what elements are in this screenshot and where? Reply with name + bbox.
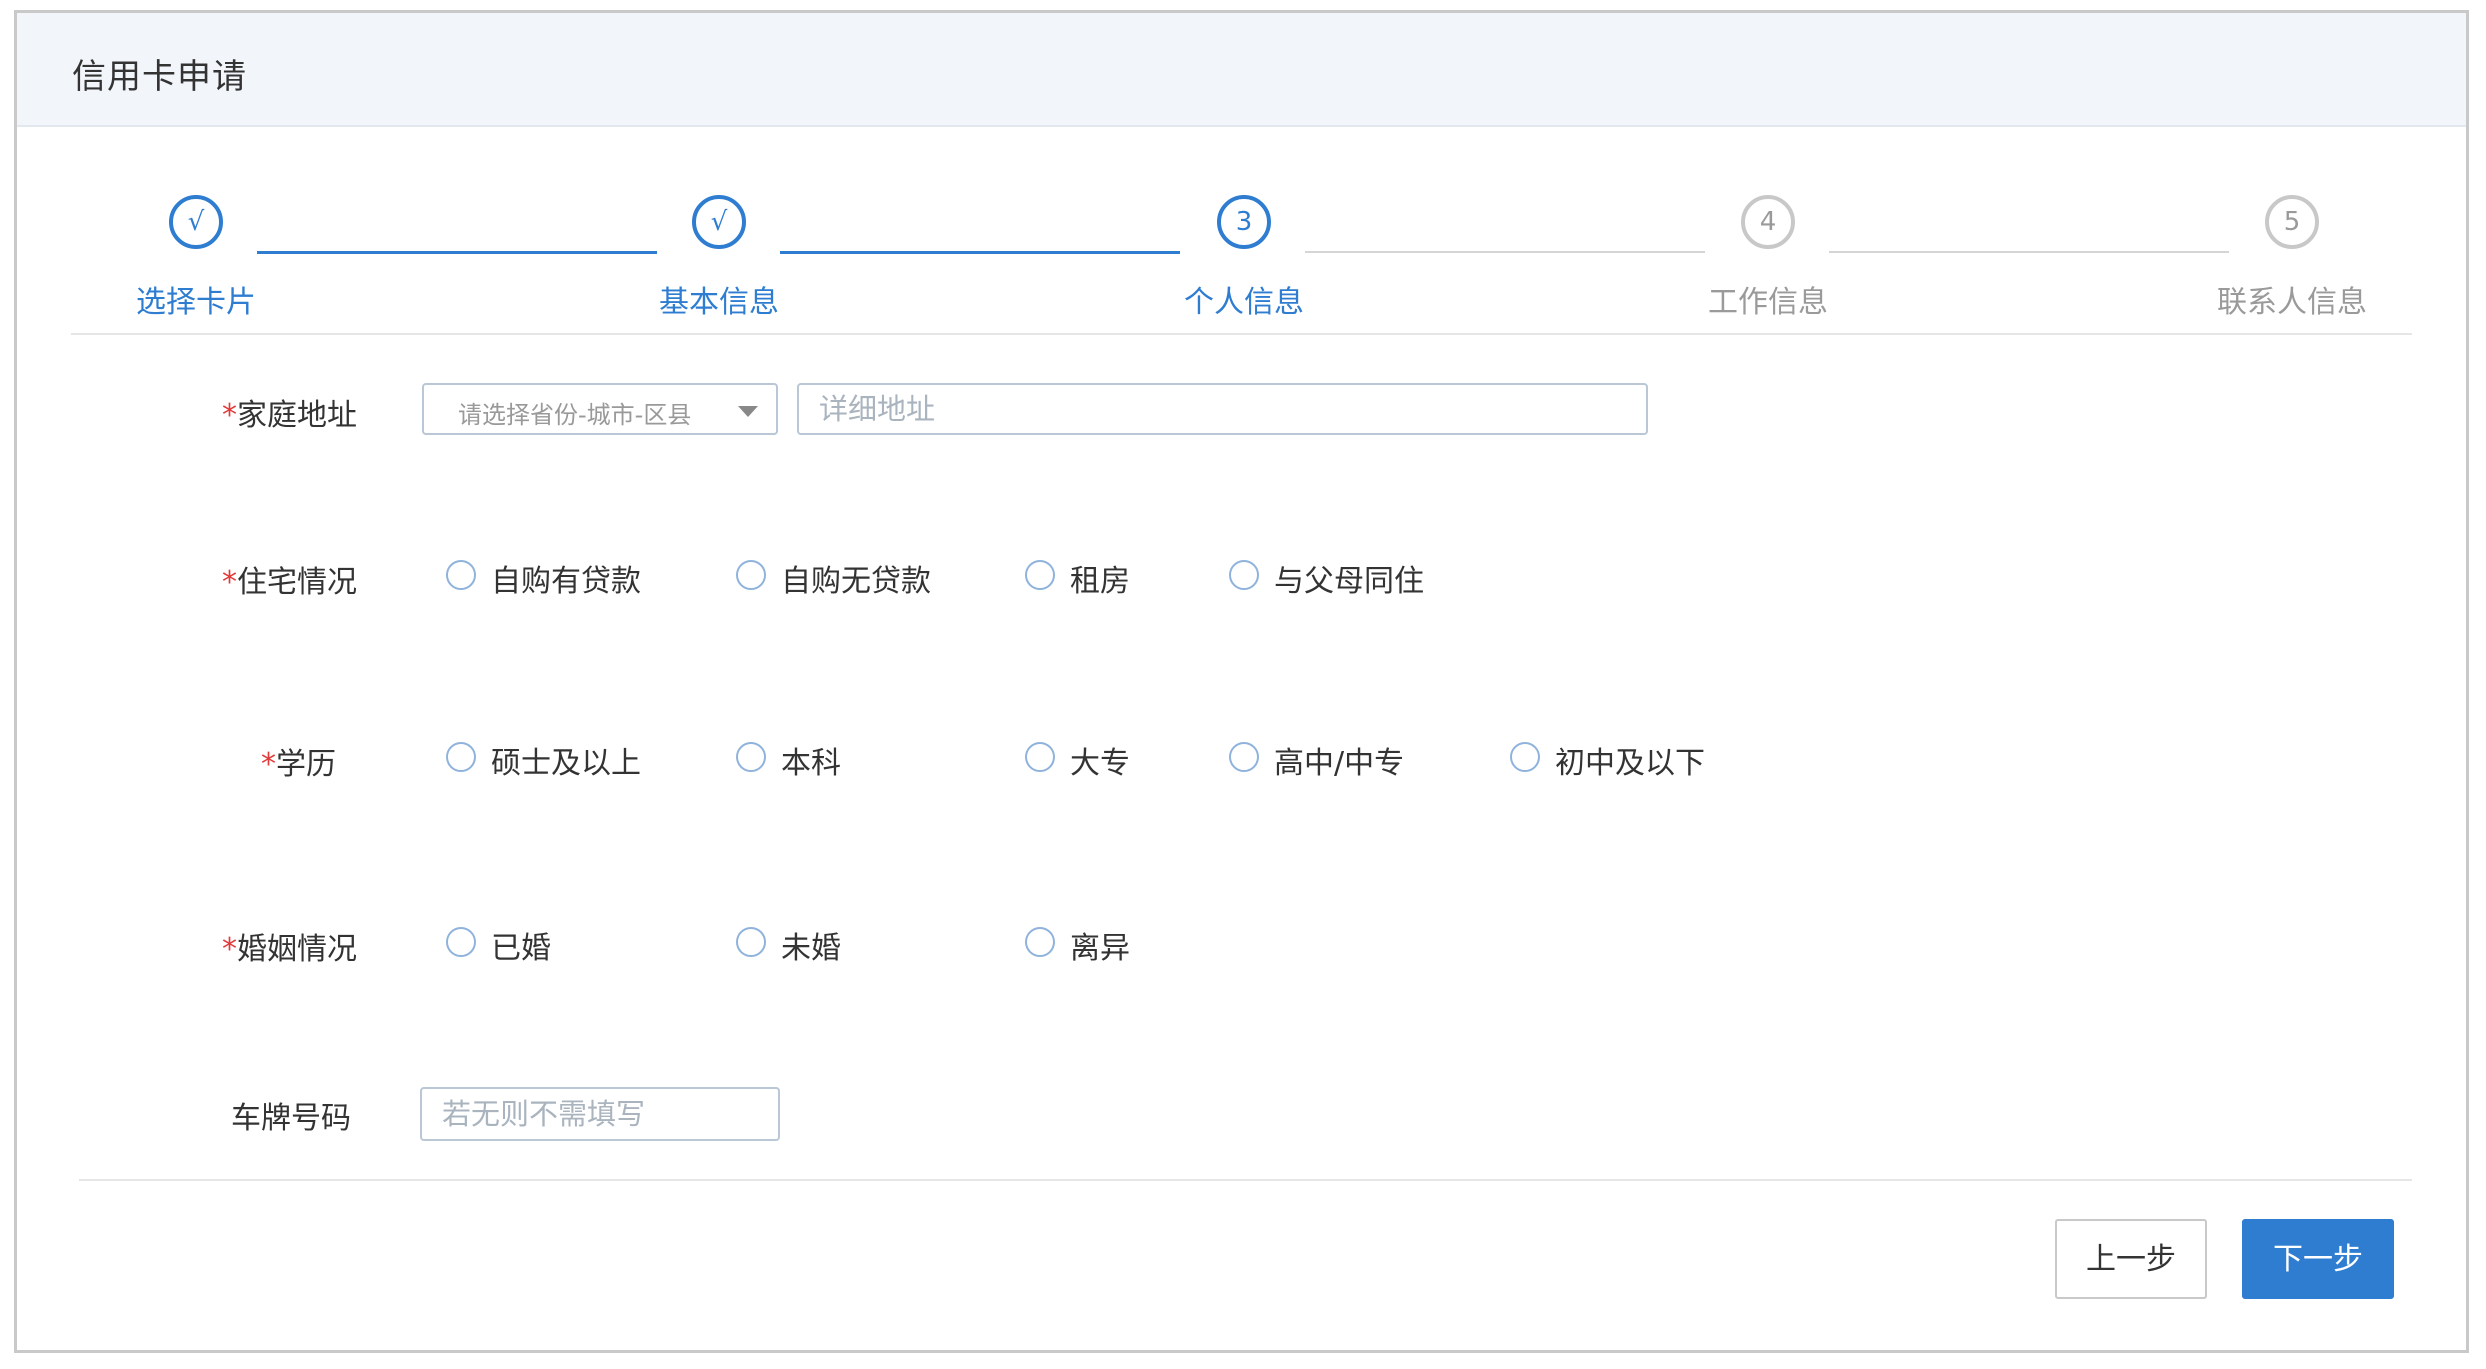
step-4-label: 工作信息 [1708, 285, 1828, 320]
radio-label: 与父母同住 [1274, 564, 1424, 599]
required-mark: * [222, 398, 237, 433]
step-2-check-icon: √ [692, 195, 746, 249]
region-select[interactable]: 请选择省份-城市-区县 [422, 383, 778, 435]
education-label-text: 学历 [276, 747, 336, 782]
step-2-label: 基本信息 [659, 285, 779, 320]
step-3-label: 个人信息 [1184, 285, 1304, 320]
step-3-number: 3 [1217, 195, 1271, 249]
required-mark: * [261, 747, 276, 782]
credit-card-application-panel: 信用卡申请 √ 选择卡片 √ 基本信息 3 个人信息 4 工作信息 5 联系人信… [14, 10, 2469, 1353]
divider [71, 333, 2412, 335]
radio-label: 租房 [1070, 564, 1130, 599]
radio-label: 高中/中专 [1274, 746, 1405, 781]
radio-circle-icon [446, 560, 476, 590]
dropdown-arrow-icon [738, 406, 758, 417]
step-1-label: 选择卡片 [136, 285, 256, 320]
radio-label: 初中及以下 [1555, 746, 1705, 781]
radio-circle-icon [736, 560, 766, 590]
page-title: 信用卡申请 [72, 57, 247, 97]
region-select-placeholder: 请选择省份-城市-区县 [458, 401, 692, 429]
radio-circle-icon [1025, 742, 1055, 772]
housing-label: *住宅情况 [37, 557, 357, 601]
marriage-label-text: 婚姻情况 [237, 932, 357, 967]
next-step-button[interactable]: 下一步 [2242, 1219, 2394, 1299]
plate-label: 车牌号码 [231, 1101, 351, 1136]
radio-circle-icon [446, 742, 476, 772]
radio-circle-icon [1229, 560, 1259, 590]
radio-circle-icon [736, 927, 766, 957]
step-connector-3 [1305, 251, 1705, 253]
step-5-number: 5 [2265, 195, 2319, 249]
home-address-label-text: 家庭地址 [237, 398, 357, 433]
required-mark: * [222, 565, 237, 600]
housing-label-text: 住宅情况 [237, 565, 357, 600]
radio-label: 自购有贷款 [491, 564, 641, 599]
step-4-number: 4 [1741, 195, 1795, 249]
plate-number-input[interactable] [420, 1087, 780, 1141]
home-address-label: *家庭地址 [37, 390, 357, 434]
radio-circle-icon [1025, 927, 1055, 957]
radio-label: 未婚 [781, 931, 841, 966]
education-label: *学历 [16, 739, 336, 783]
step-connector-2 [780, 251, 1180, 254]
radio-circle-icon [1510, 742, 1540, 772]
required-mark: * [222, 932, 237, 967]
radio-circle-icon [446, 927, 476, 957]
step-connector-4 [1829, 251, 2229, 253]
radio-label: 本科 [781, 746, 841, 781]
step-connector-1 [257, 251, 657, 254]
radio-label: 离异 [1070, 931, 1130, 966]
prev-step-button[interactable]: 上一步 [2055, 1219, 2207, 1299]
step-5-label: 联系人信息 [2217, 285, 2367, 320]
radio-label: 已婚 [491, 931, 551, 966]
marriage-label: *婚姻情况 [37, 924, 357, 968]
radio-label: 大专 [1070, 746, 1130, 781]
panel-header: 信用卡申请 [17, 13, 2466, 127]
progress-stepper: √ 选择卡片 √ 基本信息 3 个人信息 4 工作信息 5 联系人信息 [17, 125, 2466, 345]
radio-label: 自购无贷款 [781, 564, 931, 599]
divider [79, 1179, 2412, 1181]
radio-circle-icon [1025, 560, 1055, 590]
radio-circle-icon [1229, 742, 1259, 772]
radio-label: 硕士及以上 [491, 746, 641, 781]
radio-circle-icon [736, 742, 766, 772]
detail-address-input[interactable] [797, 383, 1648, 435]
step-1-check-icon: √ [169, 195, 223, 249]
